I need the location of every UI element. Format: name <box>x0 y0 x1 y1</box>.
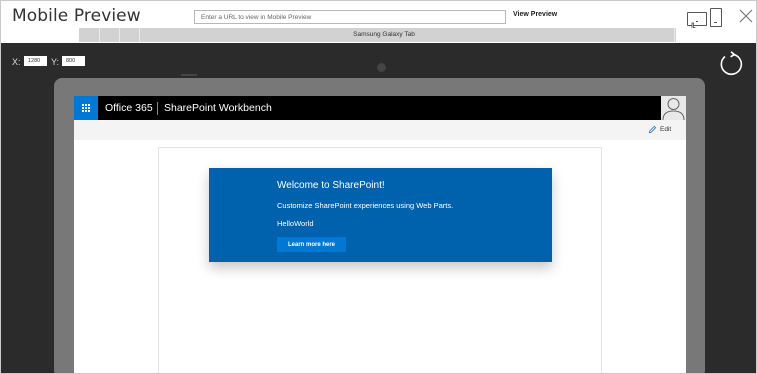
window-title: Mobile Preview <box>12 6 141 26</box>
device-camera <box>377 63 386 72</box>
device-screen: Office 365 SharePoint Workbench Edit Wel… <box>74 96 686 373</box>
app-launcher-icon[interactable] <box>74 96 98 120</box>
suite-divider <box>157 102 158 115</box>
webpart-title: Welcome to SharePoint! <box>277 180 385 191</box>
pencil-icon <box>648 125 657 134</box>
webpart-subtitle: Customize SharePoint experiences using W… <box>277 201 454 210</box>
strip-segment[interactable] <box>628 28 675 42</box>
device-name-label[interactable]: Samsung Galaxy Tab <box>140 28 628 42</box>
edit-button[interactable]: Edit <box>648 125 671 134</box>
x-label: X: <box>12 57 21 67</box>
helloworld-webpart: Welcome to SharePoint! Customize SharePo… <box>209 168 552 262</box>
strip-segment[interactable] <box>120 28 140 42</box>
strip-segment[interactable] <box>100 28 120 42</box>
strip-segment[interactable] <box>79 28 100 42</box>
close-icon[interactable] <box>738 7 754 25</box>
phone-icon[interactable] <box>710 8 722 27</box>
y-coordinate-field[interactable]: 800 <box>62 56 85 66</box>
strip-right-margin <box>676 28 756 43</box>
mobile-preview-window: Mobile Preview View Preview Samsung Gala… <box>0 0 757 374</box>
top-bar: Mobile Preview View Preview <box>1 1 756 35</box>
device-selector-strip: Samsung Galaxy Tab <box>1 28 756 43</box>
device-speaker <box>181 74 197 76</box>
rotate-icon[interactable] <box>717 51 743 77</box>
webpart-description: HelloWorld <box>277 219 314 228</box>
url-input[interactable] <box>194 10 506 24</box>
suite-bar: Office 365 SharePoint Workbench <box>74 96 686 120</box>
view-preview-button[interactable]: View Preview <box>513 11 557 18</box>
y-label: Y: <box>51 57 60 67</box>
command-bar: Edit <box>74 120 686 140</box>
x-coordinate-field[interactable]: 1280 <box>24 56 47 66</box>
workbench-title[interactable]: SharePoint Workbench <box>164 102 272 114</box>
learn-more-button[interactable]: Learn more here <box>277 237 346 252</box>
user-avatar-icon[interactable] <box>661 96 686 120</box>
office365-brand[interactable]: Office 365 <box>105 102 153 114</box>
edit-label: Edit <box>660 126 672 133</box>
